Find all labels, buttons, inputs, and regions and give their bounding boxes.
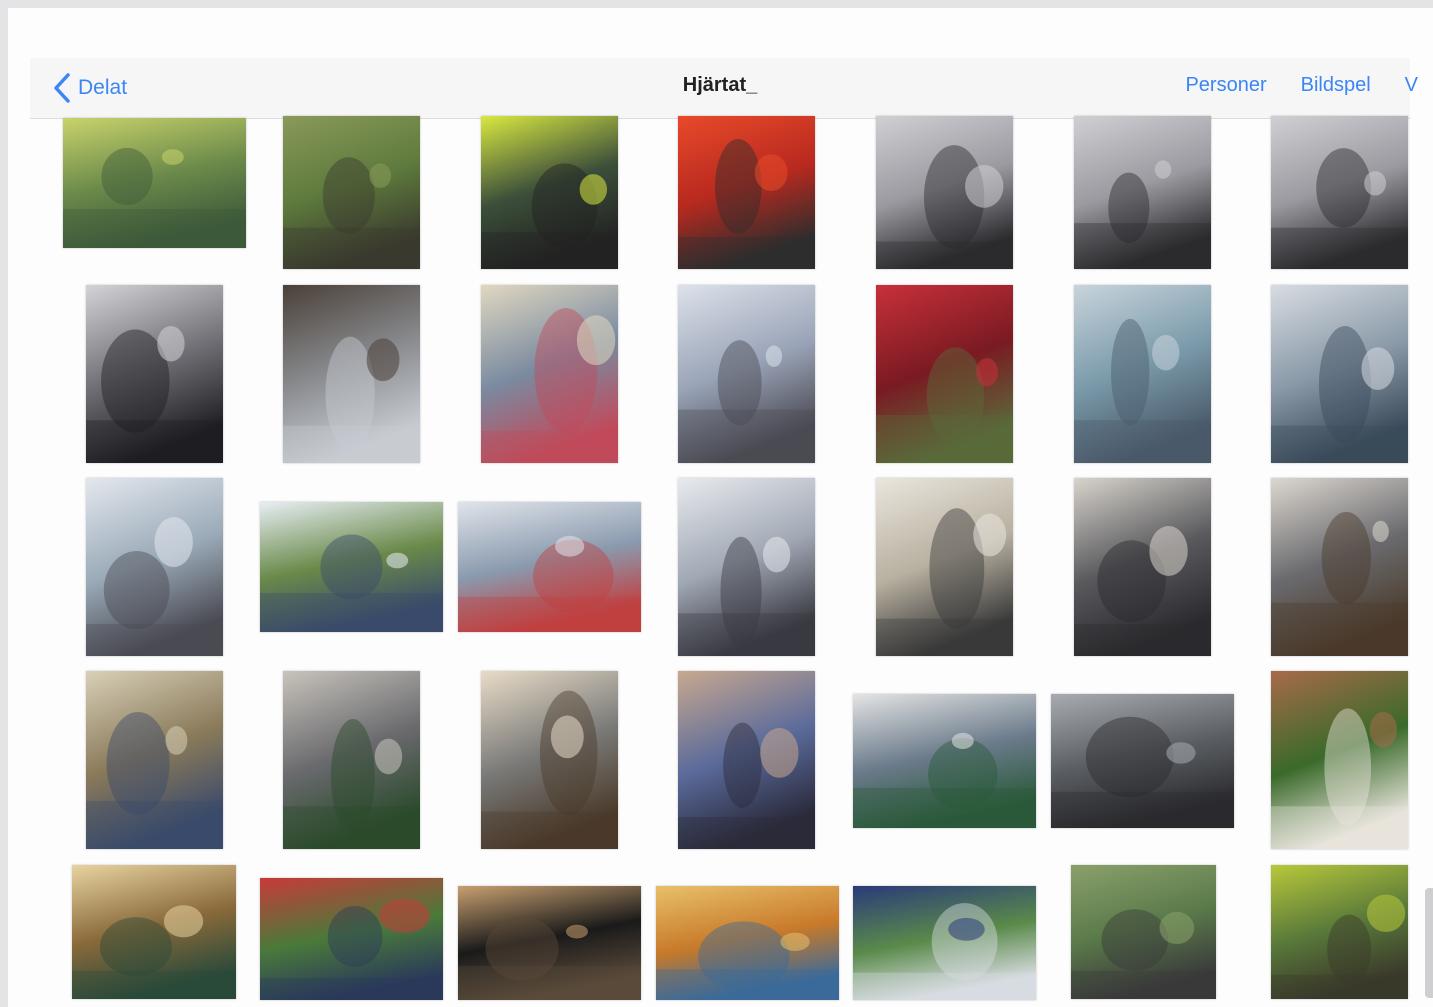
- photo-thumbnail-person-in-green-field[interactable]: [1071, 865, 1216, 999]
- photo-thumbnail-patient-bed-colorful-blanket[interactable]: [481, 285, 618, 463]
- photo-thumbnail-patient-holding-card[interactable]: [678, 285, 815, 463]
- photo-thumbnail-hospital-corridor[interactable]: [86, 671, 223, 849]
- photo-thumbnail-pills-in-hand[interactable]: [678, 671, 815, 849]
- navigation-bar: Delat Hjärtat_ Personer Bildspel V: [30, 58, 1418, 119]
- photo-thumbnail-hotel-room-doorway[interactable]: [72, 865, 236, 999]
- select-button-truncated[interactable]: V: [1405, 74, 1418, 97]
- photo-thumbnail-cyclist-on-path[interactable]: [1271, 865, 1408, 999]
- people-button[interactable]: Personer: [1185, 74, 1266, 97]
- nav-actions: Personer Bildspel V: [1185, 74, 1418, 97]
- photo-thumbnail-car-at-night[interactable]: [458, 886, 641, 1000]
- photo-thumbnail-couple-in-park[interactable]: [260, 878, 443, 1000]
- photo-thumbnail-group-outdoors-suits[interactable]: [853, 886, 1036, 1000]
- photo-thumbnail-robes-on-staircase[interactable]: [1271, 478, 1408, 656]
- photo-thumbnail-man-sitting-in-garden[interactable]: [1271, 671, 1408, 849]
- photo-thumbnail-patients-in-bed[interactable]: [678, 478, 815, 656]
- photo-thumbnail-family-selfie-in-ward[interactable]: [458, 502, 641, 632]
- photo-thumbnail-red-roses-bouquet[interactable]: [876, 285, 1013, 463]
- photo-thumbnail-man-at-dinner-table[interactable]: [481, 671, 618, 849]
- photo-thumbnail-helicopter-sky-window-1[interactable]: [876, 116, 1013, 269]
- photo-thumbnail-helicopter-cloudy-sky[interactable]: [86, 285, 223, 463]
- photo-thumbnail-hospital-aerial-view[interactable]: [260, 502, 443, 632]
- slideshow-button[interactable]: Bildspel: [1301, 74, 1371, 97]
- photo-thumbnail-helicopter-sky-window-3[interactable]: [1271, 116, 1408, 269]
- photo-thumbnail-toll-gate-road[interactable]: [1051, 694, 1234, 828]
- photo-thumbnail-car-selfie-three-people[interactable]: [853, 694, 1036, 828]
- photo-thumbnail-hospital-tower-building[interactable]: [283, 285, 420, 463]
- photo-thumbnail-visitor-at-bedside[interactable]: [1271, 285, 1408, 463]
- photo-thumbnail-child-cycling-in-field[interactable]: [63, 118, 246, 248]
- photo-thumbnail-group-standing-indoors[interactable]: [283, 671, 420, 849]
- photo-thumbnail-hospital-ward-bed[interactable]: [1074, 285, 1211, 463]
- photo-thumbnail-two-people-in-robes-stairs[interactable]: [1074, 478, 1211, 656]
- photo-thumbnail-rescue-crew-red-jackets[interactable]: [678, 116, 815, 269]
- photo-thumbnail-paramedic-in-yellow-vest[interactable]: [481, 116, 618, 269]
- scroll-handle[interactable]: [1425, 888, 1433, 998]
- photo-thumbnail-grass-lawn-path[interactable]: [283, 116, 420, 269]
- photo-thumbnail-patient-in-icu[interactable]: [86, 478, 223, 656]
- photo-thumbnail-helicopter-sky-window-2[interactable]: [1074, 116, 1211, 269]
- photos-app-screen: Delat Hjärtat_ Personer Bildspel V: [8, 8, 1433, 1007]
- photo-thumbnail-man-at-table[interactable]: [876, 478, 1013, 656]
- photo-thumbnail-autumn-selfie-couple[interactable]: [656, 886, 839, 1000]
